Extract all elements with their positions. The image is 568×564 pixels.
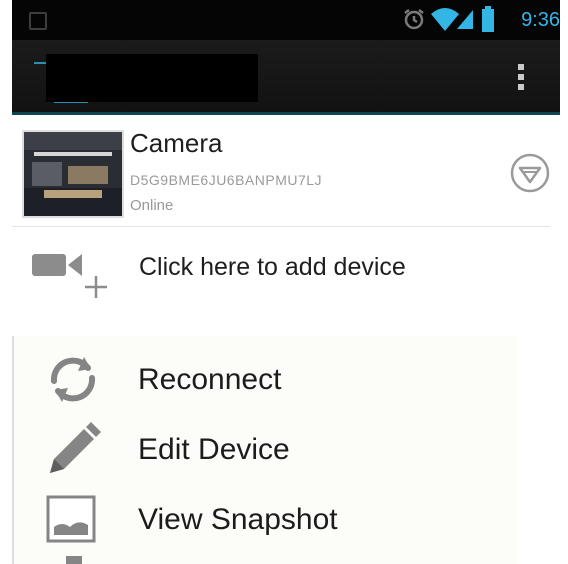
menu-item-label: Reconnect <box>138 363 282 396</box>
menu-item-label: View Snapshot <box>138 503 338 536</box>
action-bar <box>12 40 560 115</box>
context-menu: Reconnect Edit Device View Snapshot <box>12 336 517 564</box>
device-status: Online <box>130 197 174 214</box>
refresh-icon <box>50 357 96 402</box>
menu-item-edit-device[interactable]: Edit Device <box>14 414 517 484</box>
menu-item-view-snapshot[interactable]: View Snapshot <box>14 484 517 554</box>
overflow-menu-icon[interactable] <box>509 64 533 94</box>
signal-icon <box>457 10 473 29</box>
online-status-icon[interactable] <box>509 152 551 194</box>
notification-icon <box>29 12 47 30</box>
image-icon <box>46 495 96 543</box>
add-video-camera-icon <box>32 254 107 298</box>
title-area <box>46 54 258 102</box>
add-device-row[interactable]: Click here to add device <box>12 228 550 310</box>
status-time: 9:36 <box>521 9 560 31</box>
menu-item-label: Edit Device <box>138 433 290 466</box>
device-uid: D5G9BME6JU6BANPMU7LJ <box>130 172 323 188</box>
device-name: Camera <box>130 128 223 158</box>
status-bar: 9:36 <box>12 0 560 40</box>
battery-icon <box>482 6 494 32</box>
device-list-item[interactable]: Camera D5G9BME6JU6BANPMU7LJ Online <box>12 118 550 227</box>
add-device-label: Click here to add device <box>139 253 406 281</box>
menu-item-reconnect[interactable]: Reconnect <box>14 344 517 414</box>
camera-thumbnail <box>22 130 124 218</box>
next-menu-icon <box>66 556 82 564</box>
alarm-icon <box>404 9 424 30</box>
pencil-icon <box>50 422 101 473</box>
